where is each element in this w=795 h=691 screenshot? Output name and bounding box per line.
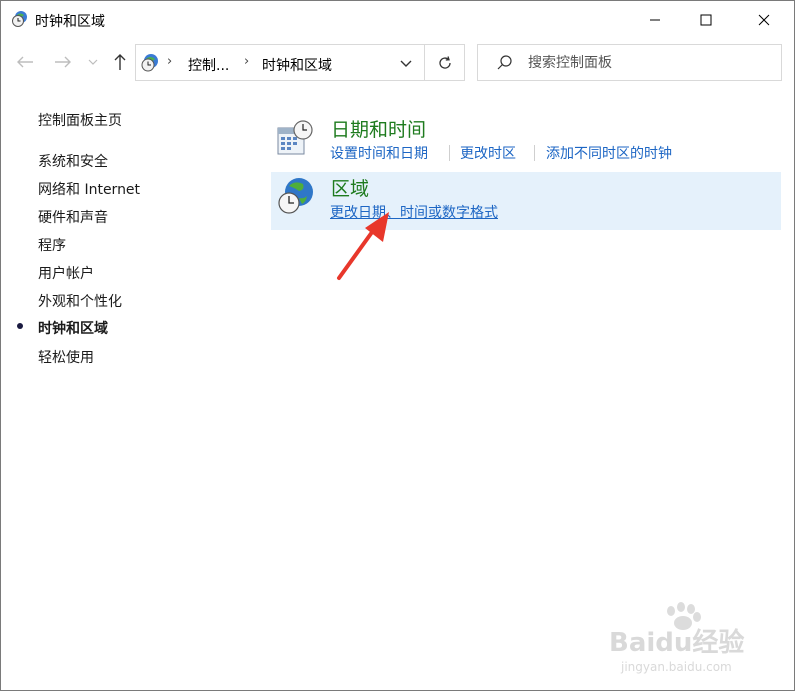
forward-button[interactable] <box>52 51 74 73</box>
baidu-jingyan-watermark: Baidu经验 jingyan.baidu.com <box>609 602 744 674</box>
sidebar-item-network-internet[interactable]: 网络和 Internet <box>38 179 140 199</box>
breadcrumb-control-panel[interactable]: 控制... <box>188 55 229 75</box>
link-change-time-zone[interactable]: 更改时区 <box>460 143 516 163</box>
globe-clock-icon[interactable] <box>275 176 315 216</box>
window-title: 时钟和区域 <box>35 14 105 30</box>
link-add-clocks[interactable]: 添加不同时区的时钟 <box>546 143 672 163</box>
breadcrumb-separator-icon: › <box>244 54 250 69</box>
sidebar-item-hardware-sound[interactable]: 硬件和声音 <box>38 207 108 227</box>
clock-region-app-icon <box>12 11 27 27</box>
recent-locations-button[interactable] <box>85 51 101 73</box>
sidebar-item-ease-of-access[interactable]: 轻松使用 <box>38 347 94 367</box>
breadcrumb-clock-region[interactable]: 时钟和区域 <box>262 55 332 75</box>
link-separator <box>534 145 535 161</box>
back-button[interactable] <box>14 51 36 73</box>
search-box[interactable] <box>477 44 782 81</box>
control-panel-icon <box>141 54 158 72</box>
title-bar[interactable]: 时钟和区域 <box>1 1 794 39</box>
minimize-icon <box>650 19 660 21</box>
link-set-time-date[interactable]: 设置时间和日期 <box>330 143 428 163</box>
sidebar-item-programs[interactable]: 程序 <box>38 235 66 255</box>
watermark-brand: Baidu经验 <box>609 627 744 658</box>
close-icon <box>758 14 770 26</box>
arrow-right-icon <box>55 56 71 68</box>
refresh-button[interactable] <box>425 44 465 81</box>
address-dropdown-icon[interactable] <box>396 53 416 73</box>
up-button[interactable] <box>109 51 131 73</box>
active-item-bullet <box>17 323 23 329</box>
category-date-time-title[interactable]: 日期和时间 <box>331 115 426 142</box>
minimize-button[interactable] <box>632 1 678 39</box>
close-button[interactable] <box>741 1 787 39</box>
arrow-left-icon <box>17 56 33 68</box>
maximize-icon <box>700 14 712 26</box>
sidebar-control-panel-home[interactable]: 控制面板主页 <box>38 110 122 130</box>
chevron-down-icon <box>88 59 98 65</box>
category-region-title[interactable]: 区域 <box>331 174 369 201</box>
annotation-arrow-icon <box>337 212 389 280</box>
address-bar[interactable]: › 控制... › 时钟和区域 <box>135 44 425 81</box>
arrow-up-icon <box>114 54 126 70</box>
calendar-clock-icon[interactable] <box>275 118 315 158</box>
sidebar-item-clock-region: 时钟和区域 <box>38 321 108 337</box>
maximize-button[interactable] <box>683 1 729 39</box>
link-separator <box>449 145 450 161</box>
breadcrumb-separator-icon: › <box>167 54 173 69</box>
sidebar-item-system-security[interactable]: 系统和安全 <box>38 151 108 171</box>
search-input[interactable] <box>528 54 768 72</box>
sidebar-item-appearance[interactable]: 外观和个性化 <box>38 291 122 311</box>
search-icon <box>497 55 512 70</box>
control-panel-window: 时钟和区域 › 控制... › 时钟和区域 搜索控制面板 控制面板主页 系统和安… <box>0 0 795 691</box>
refresh-icon <box>438 55 451 69</box>
watermark-url: jingyan.baidu.com <box>620 660 732 674</box>
sidebar-item-user-accounts[interactable]: 用户帐户 <box>38 263 94 283</box>
